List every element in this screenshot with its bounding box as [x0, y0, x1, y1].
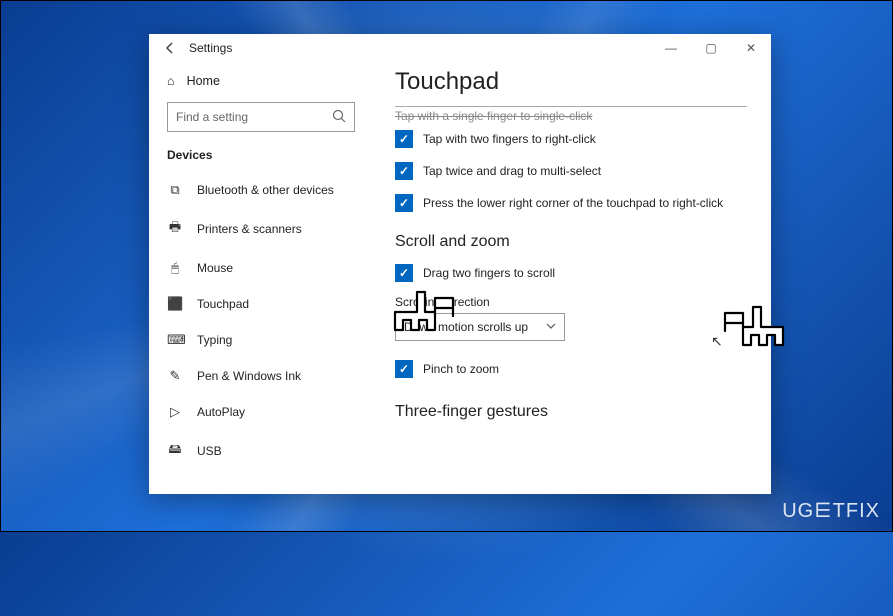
sidebar-item-label: Pen & Windows Ink — [197, 369, 301, 383]
pen-icon: ✎ — [167, 368, 183, 384]
checkbox-label: Tap with two fingers to right-click — [423, 130, 596, 148]
checkbox-row-drag-two-fingers[interactable]: ✓ Drag two fingers to scroll — [395, 257, 747, 289]
titlebar: Settings — ▢ ✕ — [149, 34, 771, 62]
checkbox-checked-icon: ✓ — [395, 264, 413, 282]
watermark: UG⋿TFIX — [782, 498, 880, 523]
sidebar-item-bluetooth[interactable]: ⧉ Bluetooth & other devices — [149, 172, 373, 208]
search-placeholder: Find a setting — [176, 110, 248, 124]
search-icon — [332, 109, 346, 126]
window-body: ⌂ Home Find a setting Devices ⧉ Bluetoot… — [149, 62, 771, 494]
field-label-scrolling-direction: Scrolling direction — [395, 295, 747, 309]
checkbox-label: Tap twice and drag to multi-select — [423, 162, 601, 180]
sidebar-item-label: Printers & scanners — [197, 222, 302, 236]
checkbox-checked-icon: ✓ — [395, 360, 413, 378]
checkbox-label: Drag two fingers to scroll — [423, 264, 555, 282]
sidebar-item-label: Typing — [197, 333, 232, 347]
checkbox-row-two-finger-right-click[interactable]: ✓ Tap with two fingers to right-click — [395, 123, 747, 155]
checkbox-checked-icon: ✓ — [395, 130, 413, 148]
usb-icon: 🖴 — [167, 440, 183, 462]
checkbox-row-lower-right-corner[interactable]: ✓ Press the lower right corner of the to… — [395, 187, 747, 219]
hidden-option-row: Tap with a single finger to single-click — [395, 106, 747, 123]
sidebar-item-mouse[interactable]: 🖱 Mouse — [149, 250, 373, 286]
home-label: Home — [187, 74, 220, 88]
keyboard-icon: ⌨ — [167, 332, 183, 348]
sidebar-item-autoplay[interactable]: ▷ AutoPlay — [149, 394, 373, 430]
sidebar-item-printers[interactable]: 🖶 Printers & scanners — [149, 208, 373, 250]
close-button[interactable]: ✕ — [731, 34, 771, 62]
minimize-button[interactable]: — — [651, 34, 691, 62]
sidebar-item-label: Mouse — [197, 261, 233, 275]
bluetooth-icon: ⧉ — [167, 182, 183, 198]
window-title: Settings — [189, 41, 232, 55]
autoplay-icon: ▷ — [167, 404, 183, 420]
touchpad-icon: ⬛ — [167, 296, 183, 312]
sidebar-item-usb[interactable]: 🖴 USB — [149, 430, 373, 472]
content-pane: Touchpad Tap with a single finger to sin… — [373, 62, 771, 494]
mouse-icon: 🖱 — [167, 260, 183, 276]
checkbox-label: Press the lower right corner of the touc… — [423, 194, 723, 212]
sidebar-item-pen[interactable]: ✎ Pen & Windows Ink — [149, 358, 373, 394]
sidebar-item-label: Bluetooth & other devices — [197, 183, 334, 197]
sidebar-item-label: USB — [197, 444, 222, 458]
home-icon: ⌂ — [167, 74, 175, 88]
back-button[interactable] — [159, 37, 181, 59]
checkbox-checked-icon: ✓ — [395, 194, 413, 212]
window-controls: — ▢ ✕ — [651, 34, 771, 62]
sidebar-item-typing[interactable]: ⌨ Typing — [149, 322, 373, 358]
sidebar-section-header: Devices — [149, 144, 373, 172]
maximize-button[interactable]: ▢ — [691, 34, 731, 62]
section-header-three-finger: Three-finger gestures — [395, 403, 747, 421]
section-header-scroll-zoom: Scroll and zoom — [395, 233, 747, 251]
printer-icon: 🖶 — [167, 218, 183, 240]
sidebar-item-touchpad[interactable]: ⬛ Touchpad — [149, 286, 373, 322]
checkbox-checked-icon: ✓ — [395, 162, 413, 180]
checkbox-row-tap-twice-drag[interactable]: ✓ Tap twice and drag to multi-select — [395, 155, 747, 187]
search-input[interactable]: Find a setting — [167, 102, 355, 132]
chevron-down-icon — [546, 320, 556, 334]
checkbox-row-pinch-zoom[interactable]: ✓ Pinch to zoom — [395, 353, 747, 385]
page-title: Touchpad — [395, 68, 747, 96]
settings-window: Settings — ▢ ✕ ⌂ Home Find a setting Dev… — [149, 34, 771, 494]
sidebar-item-label: AutoPlay — [197, 405, 245, 419]
checkbox-label: Pinch to zoom — [423, 360, 499, 378]
sidebar-home[interactable]: ⌂ Home — [149, 66, 373, 98]
sidebar-item-label: Touchpad — [197, 297, 249, 311]
select-scrolling-direction[interactable]: Down motion scrolls up — [395, 313, 565, 341]
sidebar: ⌂ Home Find a setting Devices ⧉ Bluetoot… — [149, 62, 373, 494]
select-value: Down motion scrolls up — [404, 320, 528, 334]
